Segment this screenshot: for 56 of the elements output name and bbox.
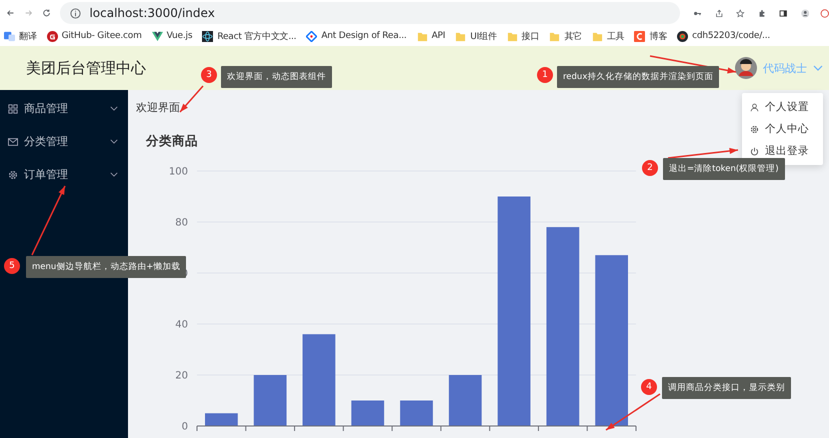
bookmark[interactable]: UI组件: [455, 30, 497, 42]
callout: menu侧边导航栏，动态路由+懒加载: [26, 256, 186, 278]
address-bar[interactable]: localhost:3000/index: [60, 2, 680, 24]
grid-icon: [8, 104, 18, 114]
chevron-icon: [110, 139, 118, 144]
bookmark[interactable]: 翻译: [4, 30, 37, 42]
axis-tick-label: 20: [175, 370, 188, 382]
axis-tick-label: 40: [175, 320, 188, 330]
chart-title: 分类商品: [146, 133, 198, 150]
site-icon: [677, 30, 688, 42]
gear-icon: [8, 170, 18, 180]
chevron-icon: [110, 106, 118, 111]
bookmark[interactable]: cdh52203/code/...: [677, 30, 770, 42]
callout: 退出=清除token(权限管理): [663, 158, 785, 180]
folder-icon: [416, 30, 428, 42]
site-icon: [202, 30, 214, 42]
folder-icon: [592, 30, 603, 42]
bookmark[interactable]: 其它: [549, 30, 582, 42]
bookmark[interactable]: Ant Design of Rea...: [306, 30, 407, 42]
bookmark[interactable]: Vue.js: [152, 30, 192, 42]
star-icon[interactable]: [736, 6, 745, 20]
menu-item[interactable]: 个人设置: [742, 96, 823, 118]
app-title: 美团后台管理中心: [26, 58, 146, 78]
axis-tick-label: 100: [168, 166, 188, 178]
sidebar-item[interactable]: 分类管理: [0, 125, 128, 158]
folder-icon: [455, 30, 466, 42]
caret-icon: [813, 65, 823, 71]
sidebar-item[interactable]: 商品管理: [0, 92, 128, 125]
bookmark[interactable]: 工具: [592, 30, 624, 42]
mail-icon: [8, 136, 18, 146]
user-icon: [750, 102, 759, 112]
callout: 欢迎界面，动态图表组件: [221, 66, 332, 88]
info-icon: [70, 8, 82, 18]
axis-tick-label: 0: [182, 422, 188, 432]
folder-icon: [506, 30, 518, 42]
bookmark[interactable]: React 官方中文文...: [202, 30, 296, 42]
site-icon: [152, 30, 163, 42]
callout: 调用商品分类接口，显示类别: [662, 377, 791, 399]
site-icon: [4, 30, 15, 42]
bookmark[interactable]: 博客: [634, 30, 668, 42]
site-icon: [306, 30, 318, 42]
settings-icon: [750, 124, 759, 134]
bookmark[interactable]: 接口: [506, 30, 540, 42]
sidebar-item[interactable]: 订单管理: [0, 158, 128, 191]
bookmark[interactable]: API: [416, 30, 446, 42]
bookmark[interactable]: GitHub- Gitee.com: [46, 30, 142, 42]
power-icon: [750, 146, 759, 156]
menu-item[interactable]: 个人中心: [742, 118, 823, 140]
site-icon: [634, 30, 646, 42]
callout: redux持久化存储的数据并渲染到页面: [557, 66, 720, 88]
avatar-icon: [735, 57, 757, 79]
folder-icon: [549, 30, 560, 42]
breadcrumb: 欢迎界面: [136, 100, 180, 115]
chevron-icon: [110, 172, 118, 177]
axis-tick-label: 80: [175, 218, 188, 228]
site-icon: [46, 30, 58, 42]
